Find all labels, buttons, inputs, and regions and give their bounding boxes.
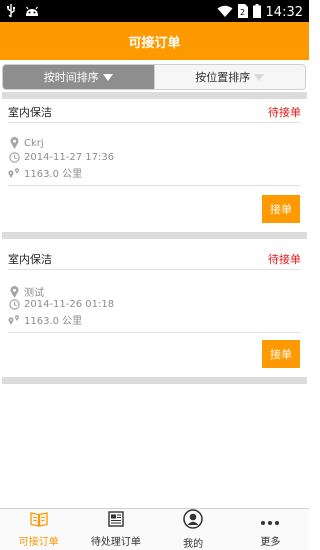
- order-status: 待接单: [268, 252, 301, 266]
- nav-label: 更多: [260, 536, 281, 548]
- nav-item-more[interactable]: 更多: [232, 509, 309, 550]
- order-time: 2014-11-27 17:36: [24, 151, 115, 163]
- sort-by-location-label: 按位置排序: [195, 71, 251, 84]
- order-distance-row: 1163.0 公里: [8, 312, 82, 327]
- order-distance: 1163.0 公里: [24, 316, 83, 327]
- nav-label: 可接订单: [18, 537, 59, 548]
- order-status: 待接单: [268, 105, 301, 119]
- nav-label: 我的: [183, 539, 204, 550]
- nav-label: 待处理订单: [90, 537, 141, 548]
- battery-icon: [252, 3, 261, 22]
- order-time-row: 2014-11-27 17:36: [8, 151, 114, 163]
- distance-icon: [8, 314, 20, 326]
- order-place: Ckrj: [24, 137, 44, 149]
- more-icon: [260, 512, 280, 531]
- card-divider: [2, 377, 307, 384]
- triangle-down-icon: [102, 73, 113, 81]
- sim-icon: 2: [237, 3, 248, 22]
- nav-item-pending-orders[interactable]: 待处理订单: [77, 509, 154, 550]
- android-icon: [24, 3, 40, 22]
- sort-by-location-tab[interactable]: 按位置排序: [153, 65, 305, 89]
- order-distance-row: 1163.0 公里: [8, 165, 82, 180]
- order-location-row: 测试: [8, 284, 44, 299]
- usb-icon: [6, 3, 16, 22]
- page-title: 可接订单: [128, 35, 181, 51]
- wifi-icon: [217, 3, 233, 22]
- accept-order-button[interactable]: 接单: [262, 195, 300, 223]
- service-title: 室内保洁: [8, 252, 52, 266]
- clock-icon: [8, 298, 20, 310]
- bottom-nav: 可接订单 待处理订单 我的 更多: [0, 508, 309, 550]
- card-divider: [2, 92, 307, 99]
- distance-icon: [8, 167, 20, 179]
- order-place: 测试: [24, 288, 44, 299]
- card-header: 室内保洁 待接单: [8, 101, 301, 123]
- clock-icon: [8, 151, 20, 163]
- nav-item-mine[interactable]: 我的: [155, 509, 232, 550]
- svg-text:2: 2: [240, 8, 245, 17]
- app-header: 可接订单: [0, 22, 309, 60]
- nav-item-available-orders[interactable]: 可接订单: [0, 509, 77, 550]
- service-title: 室内保洁: [8, 105, 52, 119]
- card-separator: [8, 185, 301, 186]
- card-header: 室内保洁 待接单: [8, 248, 301, 270]
- sort-bar: 按时间排序 按位置排序: [2, 64, 306, 90]
- book-icon: [29, 511, 48, 531]
- status-time: 14:32: [265, 4, 303, 20]
- newspaper-icon: [107, 511, 125, 531]
- card-separator: [8, 332, 301, 333]
- sort-by-time-tab[interactable]: 按时间排序: [3, 65, 154, 89]
- order-time-row: 2014-11-26 01:18: [8, 298, 114, 310]
- order-card: 室内保洁 待接单 测试 2014-11-26 01:18 1163.0 公里 接…: [0, 248, 309, 376]
- order-card: 室内保洁 待接单 Ckrj 2014-11-27 17:36 1163.0 公里…: [0, 101, 309, 229]
- order-time: 2014-11-26 01:18: [24, 298, 115, 310]
- triangle-down-outline-icon: [254, 73, 265, 81]
- accept-order-button[interactable]: 接单: [262, 340, 300, 368]
- user-icon: [183, 509, 203, 533]
- status-bar: 2 14:32: [0, 0, 309, 22]
- map-pin-icon: [8, 285, 20, 298]
- card-divider: [2, 232, 307, 239]
- map-pin-icon: [8, 137, 20, 149]
- order-location-row: Ckrj: [8, 137, 44, 149]
- sort-by-time-label: 按时间排序: [43, 71, 99, 84]
- order-distance: 1163.0 公里: [24, 169, 83, 180]
